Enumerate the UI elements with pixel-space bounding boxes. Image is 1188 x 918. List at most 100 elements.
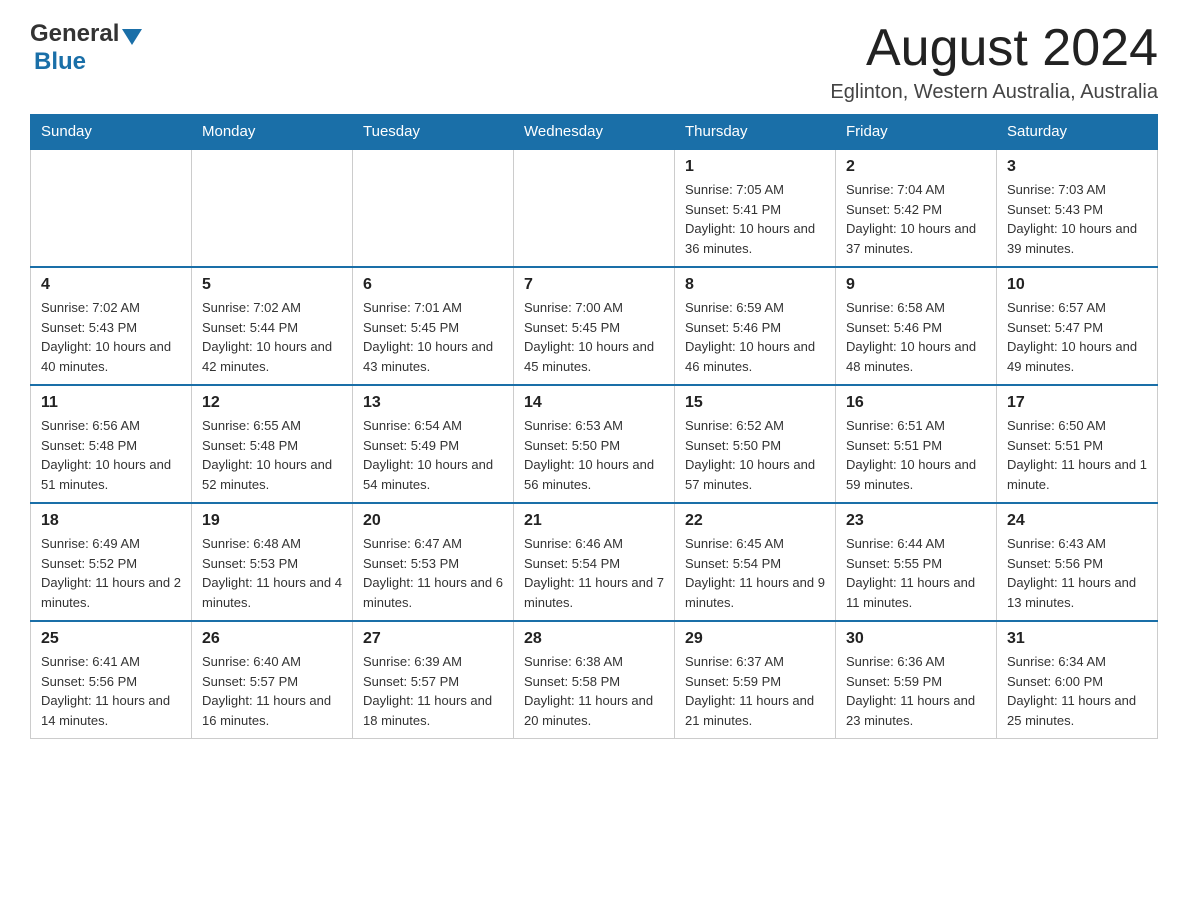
day-number: 8	[685, 276, 825, 294]
week-row-5: 25 Sunrise: 6:41 AM Sunset: 5:56 PM Dayli…	[31, 621, 1158, 739]
day-number: 28	[524, 630, 664, 648]
day-number: 1	[685, 158, 825, 176]
calendar-cell: 29 Sunrise: 6:37 AM Sunset: 5:59 PM Dayli…	[675, 621, 836, 739]
calendar-cell: 25 Sunrise: 6:41 AM Sunset: 5:56 PM Dayli…	[31, 621, 192, 739]
calendar-cell: 17Sunrise: 6:50 AM Sunset: 5:51 PM Dayli…	[997, 385, 1158, 503]
day-number: 22	[685, 512, 825, 530]
day-info: Sunrise: 6:51 AM Sunset: 5:51 PM Dayligh…	[846, 416, 986, 494]
day-info: Sunrise: 6:40 AM Sunset: 5:57 PM Dayligh…	[202, 652, 342, 730]
calendar-cell: 10 Sunrise: 6:57 AM Sunset: 5:47 PM Dayli…	[997, 267, 1158, 385]
day-info: Sunrise: 6:50 AM Sunset: 5:51 PM Dayligh…	[1007, 416, 1147, 494]
location-subtitle: Eglinton, Western Australia, Australia	[830, 81, 1158, 104]
day-number: 31	[1007, 630, 1147, 648]
calendar-cell: 28 Sunrise: 6:38 AM Sunset: 5:58 PM Dayli…	[514, 621, 675, 739]
day-info: Sunrise: 7:02 AM Sunset: 5:43 PM Dayligh…	[41, 298, 181, 376]
day-number: 29	[685, 630, 825, 648]
calendar-cell: 15Sunrise: 6:52 AM Sunset: 5:50 PM Dayli…	[675, 385, 836, 503]
day-number: 27	[363, 630, 503, 648]
day-number: 9	[846, 276, 986, 294]
day-info: Sunrise: 7:04 AM Sunset: 5:42 PM Dayligh…	[846, 180, 986, 258]
day-info: Sunrise: 7:00 AM Sunset: 5:45 PM Dayligh…	[524, 298, 664, 376]
calendar-cell: 23 Sunrise: 6:44 AM Sunset: 5:55 PM Dayli…	[836, 503, 997, 621]
logo: General Blue	[30, 20, 142, 76]
header: General Blue August 2024 Eglinton, Weste…	[30, 20, 1158, 104]
day-number: 26	[202, 630, 342, 648]
calendar-cell	[31, 149, 192, 267]
calendar-cell: 13Sunrise: 6:54 AM Sunset: 5:49 PM Dayli…	[353, 385, 514, 503]
day-number: 7	[524, 276, 664, 294]
day-info: Sunrise: 6:46 AM Sunset: 5:54 PM Dayligh…	[524, 534, 664, 612]
day-number: 30	[846, 630, 986, 648]
day-info: Sunrise: 6:36 AM Sunset: 5:59 PM Dayligh…	[846, 652, 986, 730]
day-number: 16	[846, 394, 986, 412]
day-info: Sunrise: 6:45 AM Sunset: 5:54 PM Dayligh…	[685, 534, 825, 612]
day-info: Sunrise: 6:49 AM Sunset: 5:52 PM Dayligh…	[41, 534, 181, 612]
day-info: Sunrise: 6:59 AM Sunset: 5:46 PM Dayligh…	[685, 298, 825, 376]
day-info: Sunrise: 7:05 AM Sunset: 5:41 PM Dayligh…	[685, 180, 825, 258]
weekday-header-saturday: Saturday	[997, 115, 1158, 150]
calendar-cell: 22 Sunrise: 6:45 AM Sunset: 5:54 PM Dayli…	[675, 503, 836, 621]
day-info: Sunrise: 6:43 AM Sunset: 5:56 PM Dayligh…	[1007, 534, 1147, 612]
calendar-cell: 6Sunrise: 7:01 AM Sunset: 5:45 PM Daylig…	[353, 267, 514, 385]
calendar-cell	[192, 149, 353, 267]
day-info: Sunrise: 6:57 AM Sunset: 5:47 PM Dayligh…	[1007, 298, 1147, 376]
calendar-cell: 16 Sunrise: 6:51 AM Sunset: 5:51 PM Dayli…	[836, 385, 997, 503]
day-info: Sunrise: 6:56 AM Sunset: 5:48 PM Dayligh…	[41, 416, 181, 494]
week-row-3: 11 Sunrise: 6:56 AM Sunset: 5:48 PM Dayli…	[31, 385, 1158, 503]
day-info: Sunrise: 6:54 AM Sunset: 5:49 PM Dayligh…	[363, 416, 503, 494]
day-number: 10	[1007, 276, 1147, 294]
title-area: August 2024 Eglinton, Western Australia,…	[830, 20, 1158, 104]
day-info: Sunrise: 6:38 AM Sunset: 5:58 PM Dayligh…	[524, 652, 664, 730]
calendar-cell: 27 Sunrise: 6:39 AM Sunset: 5:57 PM Dayli…	[353, 621, 514, 739]
day-number: 15	[685, 394, 825, 412]
day-number: 20	[363, 512, 503, 530]
day-number: 25	[41, 630, 181, 648]
week-row-2: 4 Sunrise: 7:02 AM Sunset: 5:43 PM Daylig…	[31, 267, 1158, 385]
week-row-1: 1 Sunrise: 7:05 AM Sunset: 5:41 PM Daylig…	[31, 149, 1158, 267]
weekday-header-wednesday: Wednesday	[514, 115, 675, 150]
day-number: 2	[846, 158, 986, 176]
calendar-cell: 5 Sunrise: 7:02 AM Sunset: 5:44 PM Daylig…	[192, 267, 353, 385]
calendar-cell: 2 Sunrise: 7:04 AM Sunset: 5:42 PM Daylig…	[836, 149, 997, 267]
day-number: 24	[1007, 512, 1147, 530]
calendar-cell	[353, 149, 514, 267]
day-number: 5	[202, 276, 342, 294]
day-number: 6	[363, 276, 503, 294]
day-number: 4	[41, 276, 181, 294]
day-info: Sunrise: 6:53 AM Sunset: 5:50 PM Dayligh…	[524, 416, 664, 494]
day-number: 12	[202, 394, 342, 412]
calendar-cell: 3Sunrise: 7:03 AM Sunset: 5:43 PM Daylig…	[997, 149, 1158, 267]
weekday-header-monday: Monday	[192, 115, 353, 150]
calendar-cell: 31 Sunrise: 6:34 AM Sunset: 6:00 PM Dayli…	[997, 621, 1158, 739]
logo-arrow-icon	[122, 29, 142, 45]
calendar-cell	[514, 149, 675, 267]
day-info: Sunrise: 6:41 AM Sunset: 5:56 PM Dayligh…	[41, 652, 181, 730]
day-info: Sunrise: 6:44 AM Sunset: 5:55 PM Dayligh…	[846, 534, 986, 612]
day-info: Sunrise: 6:34 AM Sunset: 6:00 PM Dayligh…	[1007, 652, 1147, 730]
weekday-header-friday: Friday	[836, 115, 997, 150]
week-row-4: 18Sunrise: 6:49 AM Sunset: 5:52 PM Dayli…	[31, 503, 1158, 621]
day-info: Sunrise: 7:02 AM Sunset: 5:44 PM Dayligh…	[202, 298, 342, 376]
day-info: Sunrise: 6:37 AM Sunset: 5:59 PM Dayligh…	[685, 652, 825, 730]
day-info: Sunrise: 6:58 AM Sunset: 5:46 PM Dayligh…	[846, 298, 986, 376]
calendar-cell: 18Sunrise: 6:49 AM Sunset: 5:52 PM Dayli…	[31, 503, 192, 621]
calendar-cell: 19Sunrise: 6:48 AM Sunset: 5:53 PM Dayli…	[192, 503, 353, 621]
weekday-header-sunday: Sunday	[31, 115, 192, 150]
calendar-cell: 20Sunrise: 6:47 AM Sunset: 5:53 PM Dayli…	[353, 503, 514, 621]
calendar-cell: 30 Sunrise: 6:36 AM Sunset: 5:59 PM Dayli…	[836, 621, 997, 739]
calendar-cell: 21Sunrise: 6:46 AM Sunset: 5:54 PM Dayli…	[514, 503, 675, 621]
calendar-table: SundayMondayTuesdayWednesdayThursdayFrid…	[30, 114, 1158, 739]
day-number: 23	[846, 512, 986, 530]
day-number: 11	[41, 394, 181, 412]
calendar-cell: 12 Sunrise: 6:55 AM Sunset: 5:48 PM Dayli…	[192, 385, 353, 503]
logo-blue-text: Blue	[34, 48, 86, 76]
day-info: Sunrise: 6:39 AM Sunset: 5:57 PM Dayligh…	[363, 652, 503, 730]
day-info: Sunrise: 6:55 AM Sunset: 5:48 PM Dayligh…	[202, 416, 342, 494]
day-number: 14	[524, 394, 664, 412]
calendar-cell: 8 Sunrise: 6:59 AM Sunset: 5:46 PM Daylig…	[675, 267, 836, 385]
day-info: Sunrise: 6:48 AM Sunset: 5:53 PM Dayligh…	[202, 534, 342, 612]
weekday-header-tuesday: Tuesday	[353, 115, 514, 150]
calendar-cell: 11 Sunrise: 6:56 AM Sunset: 5:48 PM Dayli…	[31, 385, 192, 503]
calendar-cell: 14 Sunrise: 6:53 AM Sunset: 5:50 PM Dayli…	[514, 385, 675, 503]
day-number: 3	[1007, 158, 1147, 176]
